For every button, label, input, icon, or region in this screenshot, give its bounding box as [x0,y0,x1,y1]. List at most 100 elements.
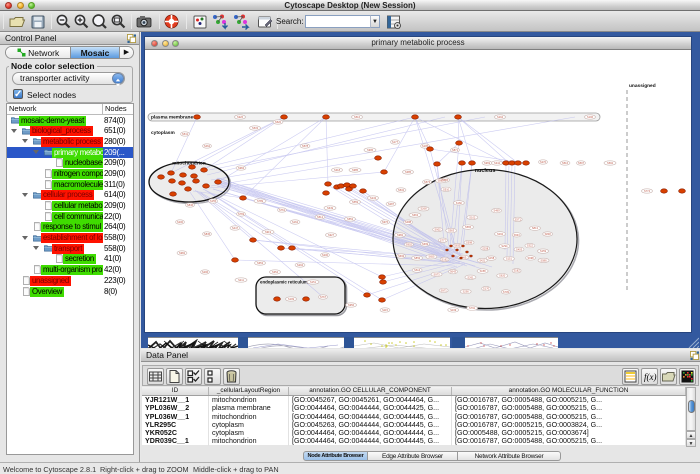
svg-text:S982: S982 [397,233,404,237]
svg-text:S926: S926 [237,115,244,119]
svg-text:S709: S709 [503,290,510,294]
svg-text:S158: S158 [488,256,495,260]
svg-text:cytoplasm: cytoplasm [151,130,175,136]
svg-text:S170: S170 [483,287,490,291]
svg-text:S371: S371 [515,217,522,221]
svg-text:S294: S294 [501,244,508,248]
svg-text:S813: S813 [532,226,539,230]
svg-text:S620: S620 [499,274,506,278]
svg-text:S200: S200 [322,253,329,257]
svg-text:S774: S774 [644,189,651,193]
svg-text:S919: S919 [265,230,272,234]
svg-text:f(x): f(x) [644,372,657,382]
svg-text:S982: S982 [179,251,186,255]
svg-text:S973: S973 [434,272,441,276]
svg-text:S982: S982 [438,179,445,183]
svg-text:endoplasmic reticulum: endoplasmic reticulum [260,280,308,285]
svg-text:S902: S902 [406,242,413,246]
svg-text:S270: S270 [540,160,547,164]
svg-text:S159: S159 [540,249,547,253]
svg-text:S342: S342 [494,161,501,165]
svg-text:S693: S693 [398,254,405,258]
svg-text:plasma membrane: plasma membrane [151,115,193,121]
svg-text:S985: S985 [352,168,359,172]
svg-text:S354: S354 [272,270,279,274]
svg-text:S162: S162 [442,257,449,261]
svg-text:S597: S597 [578,161,585,165]
svg-text:S447: S447 [232,226,239,230]
svg-text:S588: S588 [540,258,547,262]
svg-text:S969: S969 [484,161,491,165]
svg-text:S663: S663 [412,213,419,217]
svg-text:S655: S655 [428,255,435,259]
svg-text:S516: S516 [562,161,569,165]
svg-text:S287: S287 [388,202,395,206]
svg-text:S318: S318 [334,168,341,172]
svg-text:S533: S533 [252,126,259,130]
svg-text:S258: S258 [482,246,489,250]
svg-text:S488: S488 [405,220,412,224]
svg-text:S565: S565 [465,225,472,229]
svg-text:S200: S200 [177,220,184,224]
svg-text:S698: S698 [528,256,535,260]
svg-text:S392: S392 [497,232,504,236]
svg-text:S573: S573 [424,180,431,184]
svg-text:S643: S643 [450,270,457,274]
svg-text:S791: S791 [469,306,476,310]
svg-text:S516: S516 [354,115,361,119]
svg-text:S846: S846 [187,203,194,207]
svg-text:S385: S385 [405,170,412,174]
svg-text:S769: S769 [238,212,245,216]
svg-text:S211: S211 [238,278,244,282]
svg-text:S871: S871 [452,148,459,152]
svg-text:S294: S294 [497,115,504,119]
svg-text:S761: S761 [279,208,286,212]
svg-text:S162: S162 [292,220,299,224]
svg-text:S169: S169 [450,308,457,312]
svg-text:S102: S102 [469,215,476,219]
svg-text:S499: S499 [493,209,500,213]
svg-text:S243: S243 [370,196,377,200]
svg-text:S512: S512 [317,215,324,219]
svg-text:S261: S261 [467,275,474,279]
svg-text:S995: S995 [367,148,374,152]
svg-text:S199: S199 [288,297,295,301]
svg-text:S294: S294 [297,263,304,267]
svg-text:S789: S789 [257,199,264,203]
svg-text:S777: S777 [440,238,447,242]
svg-text:S956: S956 [348,303,355,307]
svg-text:S971: S971 [441,288,448,292]
svg-text:S767: S767 [320,295,327,299]
svg-text:S290: S290 [463,290,470,294]
svg-text:S196: S196 [587,115,594,119]
svg-text:S421: S421 [479,258,486,262]
svg-text:S532: S532 [398,188,405,192]
svg-text:S848: S848 [545,232,552,236]
svg-text:S403: S403 [516,247,523,251]
svg-text:S462: S462 [204,144,211,148]
svg-text:S151: S151 [310,280,317,284]
svg-text:S158: S158 [480,269,487,273]
svg-text:S976: S976 [382,220,389,224]
svg-text:S553: S553 [347,217,354,221]
svg-text:S614: S614 [414,268,421,272]
svg-text:S653: S653 [257,261,264,265]
svg-text:S903: S903 [448,229,455,233]
svg-text:S268: S268 [420,207,427,211]
svg-text:S322: S322 [527,244,534,248]
svg-text:S902: S902 [435,228,442,232]
svg-text:S155: S155 [210,199,217,203]
svg-text:S853: S853 [414,256,421,260]
svg-text:S177: S177 [392,140,399,144]
svg-text:S835: S835 [454,244,461,248]
svg-text:S927: S927 [328,233,335,237]
svg-text:S160: S160 [456,201,463,205]
svg-text:S296: S296 [202,270,209,274]
svg-text:S578: S578 [302,144,309,148]
svg-text:S984: S984 [238,166,245,170]
svg-text:S151: S151 [506,257,513,261]
svg-text:nucleus: nucleus [475,168,496,174]
svg-text:S541: S541 [182,132,189,136]
svg-text:S520: S520 [275,120,282,124]
svg-text:S649: S649 [327,206,334,210]
